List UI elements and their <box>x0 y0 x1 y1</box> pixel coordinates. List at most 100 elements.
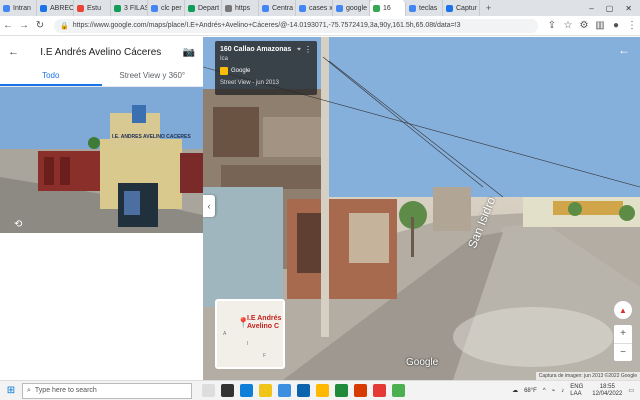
browser-tab[interactable]: 3 FILAS <box>111 0 148 16</box>
capture-date: Street View - jun 2013 <box>220 80 279 86</box>
search-placeholder: Type here to search <box>34 387 97 394</box>
task-view-icon[interactable] <box>202 384 215 397</box>
sidebar-icon[interactable]: ▥ <box>592 20 608 31</box>
browser-tab[interactable]: teclas <box>406 0 443 16</box>
google-maps-icon <box>220 67 228 75</box>
clock[interactable]: 18:55 12/04/2022 <box>592 384 622 398</box>
browser-tab-label: 3 FILAS <box>124 4 148 12</box>
maximize-icon[interactable]: ▢ <box>606 4 614 13</box>
sticky-notes-icon[interactable] <box>316 384 329 397</box>
browser-tab[interactable]: google <box>333 0 370 16</box>
youtube-icon[interactable] <box>373 384 386 397</box>
place-info-card: 160 Callao Amazonas ⌖ ⋮ Ica Google Stree… <box>215 41 317 95</box>
browser-tab[interactable]: https <box>222 0 259 16</box>
extension-icon[interactable]: ⚙ <box>576 20 592 31</box>
browser-tab[interactable]: cases x <box>296 0 333 16</box>
browser-tab-label: https <box>235 4 251 12</box>
close-street-view-icon[interactable]: ← <box>618 43 630 57</box>
street-view[interactable]: 160 Callao Amazonas ⌖ ⋮ Ica Google Stree… <box>203 37 640 380</box>
volume-icon[interactable]: ♪ <box>561 388 564 394</box>
clock-date: 12/04/2022 <box>592 390 623 397</box>
window-controls: – ▢ ✕ <box>589 4 640 13</box>
windows-start-icon[interactable]: ⊞ <box>0 385 22 396</box>
school-photo-graphic: ⟲ <box>0 87 203 233</box>
tab-favicon-icon <box>188 4 195 12</box>
tab-favicon-icon <box>446 4 453 12</box>
school-photo[interactable]: ⟲ I.E. ANDRES AVELINO CACERES <box>0 87 203 233</box>
browser-tab-label: Depart <box>198 4 220 12</box>
lock-icon: 🔒 <box>60 22 69 30</box>
pin-icon[interactable]: ⌖ <box>297 46 301 54</box>
file-explorer-icon[interactable] <box>259 384 272 397</box>
new-tab-button[interactable]: + <box>480 3 497 13</box>
forward-icon[interactable]: → <box>16 20 32 31</box>
mini-map[interactable]: 📍 I.E Andrés Avelino C A I F <box>215 299 285 369</box>
tab-favicon-icon <box>77 4 84 12</box>
tab-strip: Intran ABREO Estu 3 FILAS clc per Depart https… <box>0 0 640 16</box>
browser-tab-label: cases x <box>309 4 333 12</box>
more-icon[interactable]: ⋮ <box>304 45 312 54</box>
chrome-icon[interactable] <box>392 384 405 397</box>
zoom-control: + − <box>614 325 632 361</box>
taskbar-search[interactable]: ⌕ Type here to search <box>22 382 192 399</box>
browser-tab-label: 16 <box>383 4 391 12</box>
zoom-out-button[interactable]: − <box>614 343 632 362</box>
mail-icon[interactable] <box>297 384 310 397</box>
browser-tab[interactable]: Intran <box>0 0 37 16</box>
profile-avatar[interactable]: ● <box>608 20 624 31</box>
back-icon[interactable]: ← <box>0 20 16 31</box>
browser-tab[interactable]: Centra <box>259 0 296 16</box>
menu-icon[interactable]: ⋮ <box>624 20 640 31</box>
weather-icon[interactable]: ☁ <box>512 387 518 394</box>
info-card-title: 160 Callao Amazonas <box>220 46 292 53</box>
share-icon[interactable]: ⇪ <box>544 20 560 31</box>
minimize-icon[interactable]: – <box>589 4 593 13</box>
browser-tab[interactable]: Depart <box>185 0 222 16</box>
browser-tab[interactable]: Estu <box>74 0 111 16</box>
info-card-sub: Ica <box>220 56 229 62</box>
side-panel: ← I.E Andrés Avelino Cáceres 📷 Todo Stre… <box>0 37 203 380</box>
store-icon[interactable] <box>278 384 291 397</box>
office-icon[interactable] <box>354 384 367 397</box>
address-bar[interactable]: 🔒 https://www.google.com/maps/place/I.E+… <box>54 18 538 33</box>
edge-icon[interactable] <box>240 384 253 397</box>
browser-tab[interactable]: clc per <box>148 0 185 16</box>
network-icon[interactable]: ⌁ <box>552 387 556 394</box>
close-icon[interactable]: ✕ <box>625 4 632 13</box>
compass-icon[interactable]: ▲ <box>614 301 632 319</box>
google-logo: Google <box>406 357 439 368</box>
excel-icon[interactable] <box>335 384 348 397</box>
tray-arrow-icon[interactable]: ^ <box>543 388 546 394</box>
mini-map-street: A <box>223 331 227 337</box>
browser-tab[interactable]: ABREO <box>37 0 74 16</box>
browser-tab[interactable]: Captur <box>443 0 480 16</box>
back-arrow-icon[interactable]: ← <box>8 46 19 58</box>
browser-tab[interactable]: 16 <box>370 0 406 16</box>
widgets-icon[interactable] <box>221 384 234 397</box>
weather-temp[interactable]: 68°F <box>524 388 537 394</box>
tab-favicon-icon <box>114 4 121 12</box>
tab-favicon-icon <box>336 4 343 12</box>
reload-icon[interactable]: ↻ <box>32 20 48 31</box>
zoom-in-button[interactable]: + <box>614 325 632 343</box>
svg-text:⟲: ⟲ <box>14 219 23 230</box>
tab-all[interactable]: Todo <box>0 67 102 86</box>
tab-street-view[interactable]: Street View y 360° <box>102 67 204 86</box>
mini-map-street: F <box>263 353 267 359</box>
browser-tab-label: Estu <box>87 4 102 12</box>
side-panel-header: ← I.E Andrés Avelino Cáceres 📷 <box>0 37 203 67</box>
language-indicator[interactable]: ENG LAA <box>570 384 586 398</box>
collapse-panel-button[interactable]: ‹ <box>203 195 215 217</box>
star-icon[interactable]: ☆ <box>560 20 576 31</box>
photo-tabs: Todo Street View y 360° <box>0 67 203 87</box>
tab-favicon-icon <box>409 4 416 12</box>
source-label: Google <box>231 68 251 74</box>
add-photo-icon[interactable]: 📷 <box>183 47 195 58</box>
tab-favicon-icon <box>225 4 232 12</box>
taskbar: ⊞ ⌕ Type here to search ☁ 68°F ^ ⌁ ♪ ENG… <box>0 380 640 400</box>
mini-map-street: I <box>247 341 249 347</box>
place-title: I.E Andrés Avelino Cáceres <box>40 46 162 58</box>
notifications-icon[interactable]: ▭ <box>628 387 634 394</box>
school-sign-text: I.E. ANDRES AVELINO CACERES <box>112 134 191 140</box>
browser-tab-label: Captur <box>456 4 478 12</box>
